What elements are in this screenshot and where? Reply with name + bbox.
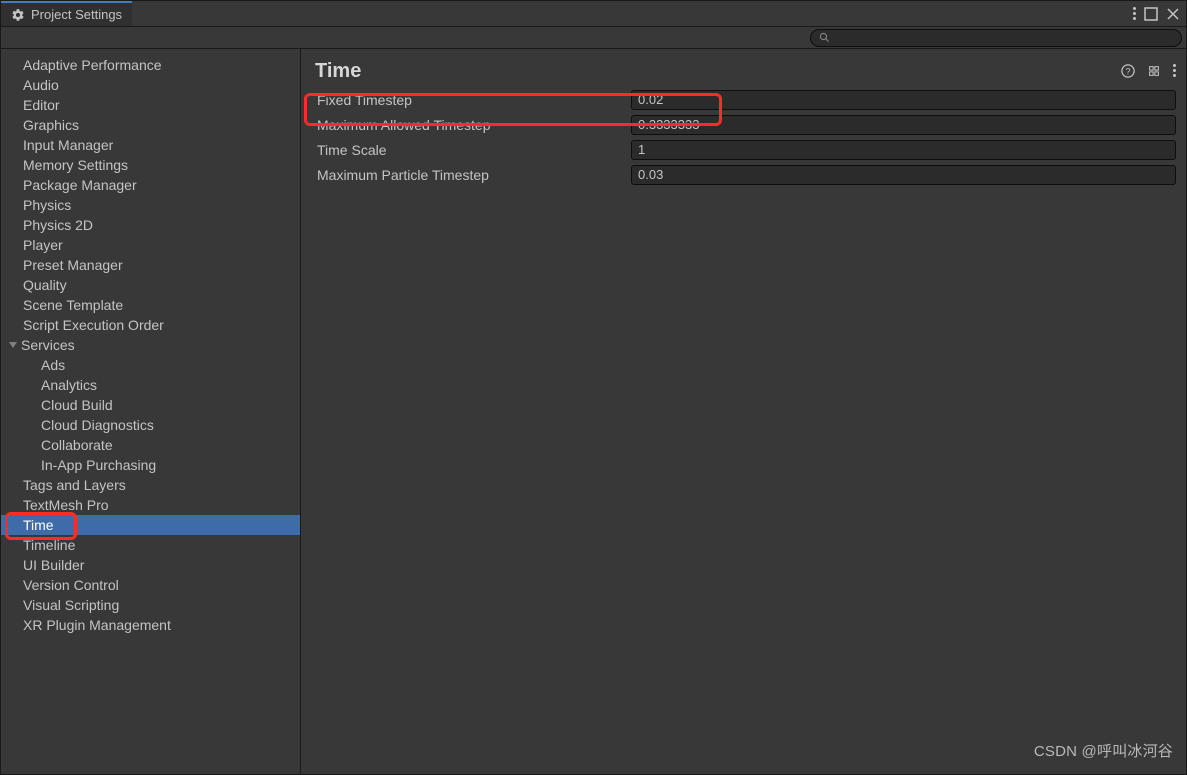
window-controls: [1127, 1, 1186, 26]
property-label: Time Scale: [315, 142, 631, 158]
property-input[interactable]: [631, 165, 1176, 185]
help-icon[interactable]: ?: [1121, 64, 1135, 78]
sidebar-item[interactable]: Preset Manager: [1, 255, 300, 275]
sidebar-item-label: Memory Settings: [23, 155, 128, 175]
sidebar-item-label: XR Plugin Management: [23, 615, 171, 635]
titlebar: Project Settings: [1, 1, 1186, 27]
property-row: Fixed Timestep: [315, 87, 1176, 112]
sidebar-item-label: Scene Template: [23, 295, 123, 315]
property-input[interactable]: [631, 115, 1176, 135]
project-settings-window: Project Settings Adaptive PerformanceAud…: [0, 0, 1187, 775]
sidebar-item[interactable]: Time: [1, 515, 300, 535]
sidebar-item[interactable]: TextMesh Pro: [1, 495, 300, 515]
content-menu-icon[interactable]: [1173, 64, 1176, 78]
sidebar-item-label: Collaborate: [41, 435, 113, 455]
sidebar-item-label: Ads: [41, 355, 65, 375]
sidebar-item-label: Input Manager: [23, 135, 113, 155]
sidebar-item-label: Timeline: [23, 535, 75, 555]
sidebar-item-label: Quality: [23, 275, 67, 295]
sidebar-item[interactable]: Cloud Build: [1, 395, 300, 415]
sidebar-item-label: Preset Manager: [23, 255, 123, 275]
sidebar-item[interactable]: XR Plugin Management: [1, 615, 300, 635]
maximize-icon[interactable]: [1144, 7, 1158, 21]
sidebar-item[interactable]: Tags and Layers: [1, 475, 300, 495]
property-row: Maximum Allowed Timestep: [315, 112, 1176, 137]
sidebar-item[interactable]: Physics 2D: [1, 215, 300, 235]
sidebar-item[interactable]: Services: [1, 335, 300, 355]
sidebar-item[interactable]: Memory Settings: [1, 155, 300, 175]
sidebar-item[interactable]: Editor: [1, 95, 300, 115]
sidebar-item-label: Player: [23, 235, 63, 255]
sidebar-item-label: Tags and Layers: [23, 475, 126, 495]
sidebar-item[interactable]: Timeline: [1, 535, 300, 555]
sidebar-item[interactable]: Physics: [1, 195, 300, 215]
sidebar-item[interactable]: Scene Template: [1, 295, 300, 315]
sidebar-item-label: Services: [21, 335, 75, 355]
content-header: Time ?: [315, 55, 1176, 87]
body: Adaptive PerformanceAudioEditorGraphicsI…: [1, 49, 1186, 774]
content-panel: Time ? Fixed Timestep Maximum Allowed Tim…: [301, 49, 1186, 774]
sidebar-item-label: Visual Scripting: [23, 595, 119, 615]
sidebar-item[interactable]: Package Manager: [1, 175, 300, 195]
sidebar: Adaptive PerformanceAudioEditorGraphicsI…: [1, 49, 301, 774]
sidebar-item[interactable]: In-App Purchasing: [1, 455, 300, 475]
sidebar-item[interactable]: Analytics: [1, 375, 300, 395]
sidebar-item[interactable]: Graphics: [1, 115, 300, 135]
sidebar-item[interactable]: Collaborate: [1, 435, 300, 455]
property-label: Maximum Allowed Timestep: [315, 117, 631, 133]
sidebar-item[interactable]: Script Execution Order: [1, 315, 300, 335]
sidebar-item[interactable]: Quality: [1, 275, 300, 295]
sidebar-item-label: Analytics: [41, 375, 97, 395]
sidebar-item-label: Time: [23, 515, 54, 535]
property-input[interactable]: [631, 90, 1176, 110]
property-row: Time Scale: [315, 137, 1176, 162]
sidebar-item[interactable]: Audio: [1, 75, 300, 95]
tab-label: Project Settings: [31, 7, 122, 22]
sidebar-item[interactable]: Adaptive Performance: [1, 55, 300, 75]
sidebar-item-label: Script Execution Order: [23, 315, 164, 335]
sidebar-item-label: TextMesh Pro: [23, 495, 109, 515]
sidebar-item-label: Adaptive Performance: [23, 55, 162, 75]
sidebar-item[interactable]: Visual Scripting: [1, 595, 300, 615]
sidebar-item-label: UI Builder: [23, 555, 84, 575]
sidebar-item-label: In-App Purchasing: [41, 455, 156, 475]
sidebar-item[interactable]: Player: [1, 235, 300, 255]
sidebar-item-label: Graphics: [23, 115, 79, 135]
sidebar-item-label: Version Control: [23, 575, 119, 595]
project-settings-tab[interactable]: Project Settings: [1, 1, 132, 26]
properties: Fixed Timestep Maximum Allowed Timestep Ti…: [315, 87, 1176, 187]
sidebar-item-label: Physics 2D: [23, 215, 93, 235]
property-label: Fixed Timestep: [315, 92, 631, 108]
search-input[interactable]: [810, 29, 1182, 47]
gear-icon: [11, 8, 25, 22]
sidebar-item[interactable]: UI Builder: [1, 555, 300, 575]
sidebar-item-label: Cloud Build: [41, 395, 113, 415]
sidebar-item-label: Package Manager: [23, 175, 137, 195]
search-icon: [819, 32, 830, 43]
property-input[interactable]: [631, 140, 1176, 160]
search-row: [1, 27, 1186, 49]
close-icon[interactable]: [1166, 7, 1180, 21]
sidebar-item-label: Cloud Diagnostics: [41, 415, 154, 435]
sidebar-item[interactable]: Ads: [1, 355, 300, 375]
svg-text:?: ?: [1126, 67, 1131, 77]
property-row: Maximum Particle Timestep: [315, 162, 1176, 187]
sidebar-item[interactable]: Input Manager: [1, 135, 300, 155]
sidebar-item[interactable]: Cloud Diagnostics: [1, 415, 300, 435]
preset-icon[interactable]: [1147, 64, 1161, 78]
content-title: Time: [315, 60, 1121, 83]
sidebar-item[interactable]: Version Control: [1, 575, 300, 595]
sidebar-item-label: Editor: [23, 95, 60, 115]
kebab-menu-icon[interactable]: [1133, 7, 1136, 21]
property-label: Maximum Particle Timestep: [315, 167, 631, 183]
sidebar-item-label: Physics: [23, 195, 71, 215]
sidebar-item-label: Audio: [23, 75, 59, 95]
chevron-down-icon: [9, 342, 17, 348]
